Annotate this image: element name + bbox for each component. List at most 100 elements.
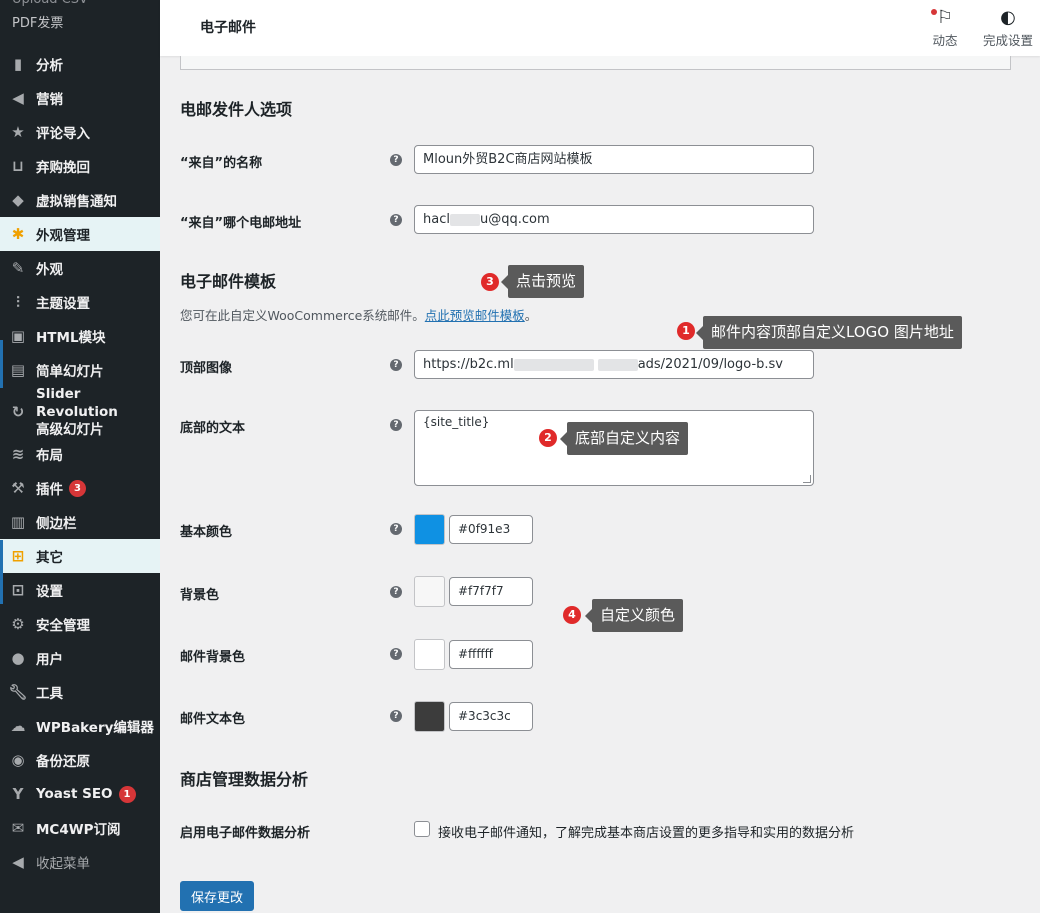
grid-icon: ⊞ (11, 547, 25, 565)
sidebar-item-slider-revolution[interactable]: ↻ Slider Revolution 高级幻灯片 (0, 386, 160, 438)
cloud-icon: ☁ (10, 717, 26, 735)
help-icon[interactable]: ? (390, 154, 402, 166)
palm-icon: ✱ (11, 225, 25, 243)
sidebar-item-users[interactable]: ● 用户 (0, 641, 160, 675)
email-template-heading: 电子邮件模板 (180, 272, 277, 291)
background-color-label: 背景色 (180, 588, 220, 603)
annotation-marker-3: 3 (481, 273, 499, 291)
sidebar-item-yoast[interactable]: Y Yoast SEO 1 (0, 777, 160, 811)
body-text-color-label: 邮件文本色 (180, 712, 246, 727)
sidebar-item-sidebars[interactable]: ▥ 侧边栏 (0, 505, 160, 539)
body-background-color-swatch[interactable] (414, 639, 445, 670)
settings-content: 电邮发件人选项 “来自”的名称 ? Mloun外贸B2C商店网站模板 “来自”哪… (160, 56, 1040, 913)
settings-icon: ⊡ (11, 581, 25, 599)
sidebar-item-settings[interactable]: ⊡ 设置 (0, 573, 160, 607)
mailchimp-icon: ✉ (11, 819, 25, 837)
save-changes-button[interactable]: 保存更改 (180, 881, 254, 911)
help-icon[interactable]: ? (390, 710, 402, 722)
yoast-badge: 1 (118, 785, 136, 803)
shield-icon: ⚙ (11, 615, 25, 633)
activity-button[interactable]: ⚐ 动态 (925, 6, 965, 49)
sidebar-item-review-import[interactable]: ★ 评论导入 (0, 115, 160, 149)
help-icon[interactable]: ? (390, 523, 402, 535)
header-image-label: 顶部图像 (180, 361, 233, 376)
base-color-label: 基本颜色 (180, 525, 233, 540)
sidebar-item-layout[interactable]: ≋ 布局 (0, 437, 160, 471)
sidebar-item-marketing[interactable]: ◀ 营销 (0, 81, 160, 115)
body-text-color-input[interactable]: #3c3c3c (449, 702, 533, 731)
chart-bar-icon: ▮ (13, 55, 23, 73)
template-description: 您可在此自定义WooCommerce系统邮件。点此预览邮件模板。 (180, 308, 538, 323)
help-icon[interactable]: ? (390, 419, 402, 431)
megaphone-icon: ◀ (12, 89, 24, 107)
sidebar-accent-bar (0, 540, 3, 604)
from-name-label: “来自”的名称 (180, 156, 263, 171)
code-icon: ▣ (10, 327, 26, 345)
sidebar-item-security[interactable]: ⚙ 安全管理 (0, 607, 160, 641)
redacted-blur (449, 213, 480, 226)
from-name-input[interactable]: Mloun外贸B2C商店网站模板 (414, 145, 814, 174)
redacted-blur (513, 358, 594, 371)
from-email-input[interactable]: hacl u@qq.com (414, 205, 814, 234)
annotation-marker-1: 1 (677, 322, 695, 340)
sidebar-item-upload-csv[interactable]: Upload CSV (0, 0, 160, 8)
admin-sidebar: Upload CSV PDF发票 ▮分析 ◀营销 ★评论导入 ⊔弃购挽回 ◆虚拟… (0, 0, 160, 913)
sidebar-item-other[interactable]: ⊞ 其它 (0, 539, 160, 573)
sender-options-heading: 电邮发件人选项 (180, 100, 293, 119)
sidebar-item-simple-slider[interactable]: ▤ 简单幻灯片 (0, 353, 160, 387)
redacted-blur (597, 358, 638, 371)
sidebar-item-mc4wp[interactable]: ✉ MC4WP订阅 (0, 811, 160, 845)
backup-icon: ◉ (11, 751, 25, 769)
sidebar-item-theme-settings[interactable]: ⫶ 主题设置 (0, 285, 160, 319)
help-icon[interactable]: ? (390, 359, 402, 371)
sidebar-icon: ▥ (10, 513, 26, 531)
annotation-marker-2: 2 (539, 429, 557, 447)
half-circle-icon: ◐ (1000, 7, 1016, 28)
sidebar-item-appearance[interactable]: ✎ 外观 (0, 251, 160, 285)
refresh-icon: ↻ (11, 403, 25, 421)
star-icon: ★ (11, 123, 25, 141)
from-email-label: “来自”哪个电邮地址 (180, 216, 302, 231)
help-icon[interactable]: ? (390, 586, 402, 598)
previous-panel-edge (180, 56, 1011, 70)
top-header-bar: 电子邮件 ⚐ 动态 ◐ 完成设置 (160, 0, 1040, 56)
annotation-marker-4: 4 (563, 606, 581, 624)
sidebar-item-appearance-manage[interactable]: ✱ 外观管理 (0, 217, 160, 251)
sidebar-item-wpbakery[interactable]: ☁ WPBakery编辑器 (0, 709, 160, 743)
body-background-color-label: 邮件背景色 (180, 650, 246, 665)
annotation-callout-2: 底部自定义内容 (559, 422, 689, 455)
sidebar-item-html-module[interactable]: ▣ HTML模块 (0, 319, 160, 353)
body-background-color-input[interactable]: #ffffff (449, 640, 533, 669)
base-color-swatch[interactable] (414, 514, 445, 545)
layers-icon: ≋ (11, 445, 25, 463)
sliders-icon: ⫶ (16, 293, 20, 311)
user-icon: ● (11, 649, 25, 667)
sidebar-item-collapse[interactable]: ◀ 收起菜单 (0, 845, 160, 879)
email-analytics-checkbox-label[interactable]: 接收电子邮件通知，了解完成基本商店设置的更多指导和实用的数据分析 (438, 822, 854, 841)
email-analytics-checkbox[interactable] (414, 821, 430, 837)
plugin-icon: ⚒ (11, 479, 25, 497)
store-analytics-heading: 商店管理数据分析 (180, 770, 309, 789)
annotation-callout-3: 点击预览 (500, 265, 585, 298)
background-color-swatch[interactable] (414, 576, 445, 607)
resize-handle[interactable] (803, 475, 811, 483)
sidebar-item-plugins[interactable]: ⚒ 插件 3 (0, 471, 160, 505)
annotation-callout-1: 邮件内容顶部自定义LOGO 图片地址 (696, 316, 962, 349)
sidebar-item-tools[interactable]: 🔧︎ 工具 (0, 675, 160, 709)
yoast-icon: Y (12, 785, 24, 803)
preview-template-link[interactable]: 点此预览邮件模板 (425, 308, 525, 323)
sidebar-item-sales-notify[interactable]: ◆ 虚拟销售通知 (0, 183, 160, 217)
base-color-input[interactable]: #0f91e3 (449, 515, 533, 544)
sidebar-item-analytics[interactable]: ▮ 分析 (0, 47, 160, 81)
sidebar-item-backup[interactable]: ◉ 备份还原 (0, 743, 160, 777)
annotation-callout-4: 自定义颜色 (584, 599, 684, 632)
footer-text-label: 底部的文本 (180, 421, 246, 436)
sidebar-item-pdf-invoice[interactable]: PDF发票 (0, 14, 160, 34)
sidebar-item-cart-recovery[interactable]: ⊔ 弃购挽回 (0, 149, 160, 183)
finish-setup-button[interactable]: ◐ 完成设置 (978, 6, 1038, 49)
background-color-input[interactable]: #f7f7f7 (449, 577, 533, 606)
help-icon[interactable]: ? (390, 648, 402, 660)
body-text-color-swatch[interactable] (414, 701, 445, 732)
help-icon[interactable]: ? (390, 214, 402, 226)
header-image-input[interactable]: https://b2c.ml ads/2021/09/logo-b.sv (414, 350, 814, 379)
